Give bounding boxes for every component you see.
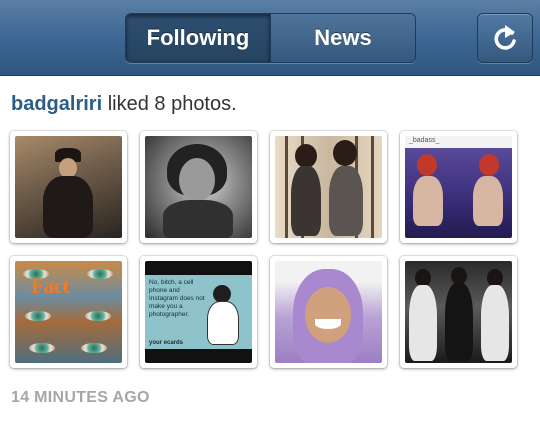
photo-thumbnail-3[interactable]: [270, 131, 387, 243]
photo-thumbnail-8[interactable]: [400, 256, 517, 368]
photo-4-caption: _badass_: [409, 137, 440, 144]
photo-thumbnail-7[interactable]: [270, 256, 387, 368]
photo-5-caption: Fact: [31, 273, 70, 298]
photo-thumbnail-5[interactable]: Fact: [10, 256, 127, 368]
activity-text: badgalriri liked 8 photos.: [11, 93, 237, 116]
photo-thumbnail-1[interactable]: [10, 131, 127, 243]
photo-thumbnail-4[interactable]: _badass_: [400, 131, 517, 243]
eyes-collage-photo: Fact: [15, 261, 122, 363]
refresh-icon: [494, 25, 516, 50]
mirrored-dancer-photo: _badass_: [405, 136, 512, 238]
woman-in-hat-photo: [15, 136, 122, 238]
photo-thumbnail-6[interactable]: No, bitch, a cell phone and Instagram do…: [140, 256, 257, 368]
timestamp: 14 MINUTES AGO: [11, 389, 150, 406]
black-and-white-portrait-photo: [145, 136, 252, 238]
ecard-photo: No, bitch, a cell phone and Instagram do…: [145, 261, 252, 363]
photo-thumbnail-2[interactable]: [140, 131, 257, 243]
feed-segmented-control: Following News: [125, 13, 416, 63]
ecard-brand: your ecards: [149, 340, 184, 346]
two-women-posing-photo: [275, 136, 382, 238]
refresh-button[interactable]: [477, 13, 533, 63]
tab-news[interactable]: News: [270, 14, 415, 62]
ecard-text: No, bitch, a cell phone and Instagram do…: [149, 279, 205, 318]
smiling-man-purple-hair-photo: [275, 261, 382, 363]
three-women-black-outfits-photo: [405, 261, 512, 363]
activity-action: liked 8 photos.: [102, 93, 237, 115]
top-nav-bar: Following News: [0, 0, 540, 76]
tab-following[interactable]: Following: [126, 14, 270, 62]
username-link[interactable]: badgalriri: [11, 93, 102, 115]
